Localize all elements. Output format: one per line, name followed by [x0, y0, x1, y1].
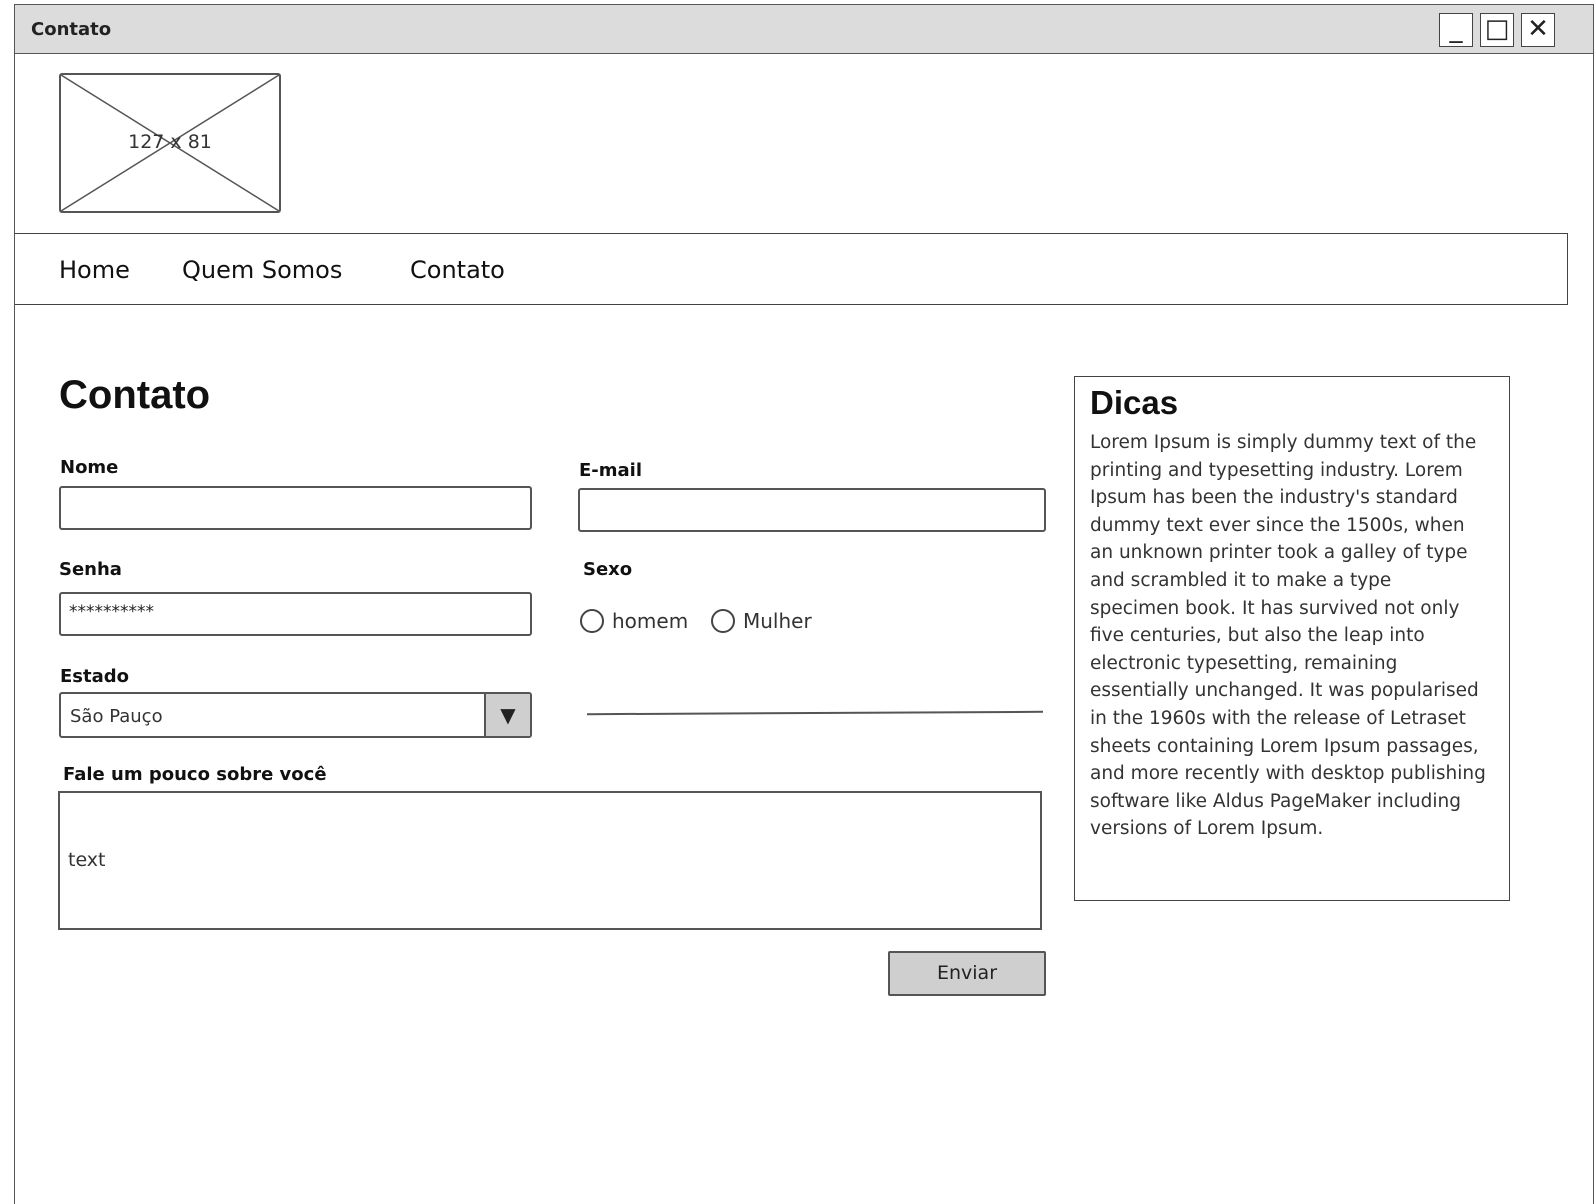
logo-image-placeholder: 127 x 81: [59, 73, 281, 213]
radio-label-mulher: Mulher: [743, 609, 812, 633]
nav-item-home[interactable]: Home: [59, 256, 130, 284]
maximize-button[interactable]: □: [1480, 13, 1514, 47]
radio-circle-icon[interactable]: [711, 609, 735, 633]
minimize-button[interactable]: _: [1439, 13, 1473, 47]
logo-dimensions-label: 127 x 81: [128, 131, 212, 153]
estado-label: Estado: [60, 666, 130, 687]
main-navigation: Home Quem Somos Contato: [15, 233, 1568, 305]
sobre-textarea[interactable]: text: [58, 791, 1042, 930]
radio-circle-icon[interactable]: [580, 609, 604, 633]
senha-input[interactable]: **********: [59, 592, 532, 636]
estado-selected-value: São Pauço: [70, 706, 163, 727]
close-button[interactable]: ✕: [1521, 13, 1555, 47]
dicas-panel: Dicas Lorem Ipsum is simply dummy text o…: [1074, 376, 1510, 901]
senha-label: Senha: [59, 559, 122, 580]
email-input[interactable]: [578, 488, 1046, 532]
sobre-textarea-value: text: [68, 849, 106, 871]
email-label: E-mail: [579, 460, 643, 481]
nome-label: Nome: [60, 457, 119, 478]
radio-label-homem: homem: [612, 609, 689, 633]
nav-item-quem-somos[interactable]: Quem Somos: [182, 256, 342, 284]
sexo-label: Sexo: [583, 559, 633, 580]
nome-input[interactable]: [59, 486, 532, 530]
nav-item-contato[interactable]: Contato: [410, 256, 505, 284]
dicas-text: Lorem Ipsum is simply dummy text of the …: [1090, 432, 1486, 840]
radio-homem[interactable]: homem: [580, 609, 688, 633]
dicas-title: Dicas: [1090, 384, 1179, 421]
page-title: Contato: [59, 373, 211, 417]
radio-mulher[interactable]: Mulher: [711, 609, 812, 633]
divider-line: [586, 710, 1044, 716]
enviar-button[interactable]: Enviar: [888, 951, 1046, 996]
estado-select[interactable]: São Pauço ▼: [59, 692, 532, 738]
window-title: Contato: [31, 19, 112, 40]
triangle-down-icon[interactable]: ▼: [484, 694, 530, 736]
title-bar: Contato _ □ ✕: [15, 5, 1593, 54]
sobre-label: Fale um pouco sobre você: [63, 764, 327, 785]
browser-window: Contato _ □ ✕ 127 x 81 Home Quem Somos C…: [14, 4, 1594, 1204]
